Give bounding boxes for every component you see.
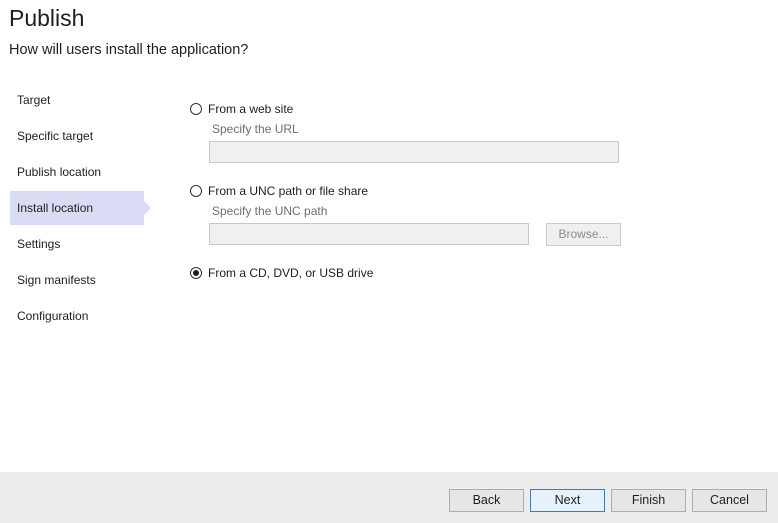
nav-item-configuration[interactable]: Configuration	[10, 299, 144, 333]
radio-option-web-site[interactable]: From a web site	[190, 101, 293, 117]
radio-option-unc-path[interactable]: From a UNC path or file share	[190, 183, 368, 199]
nav-item-label: Install location	[17, 201, 94, 215]
nav-item-label: Sign manifests	[17, 273, 96, 287]
url-hint-label: Specify the URL	[212, 122, 299, 136]
page-subtitle: How will users install the application?	[9, 42, 249, 58]
nav-item-target[interactable]: Target	[10, 83, 144, 117]
unc-hint-label: Specify the UNC path	[212, 204, 328, 218]
url-input[interactable]	[209, 141, 619, 163]
nav-item-settings[interactable]: Settings	[10, 227, 144, 261]
nav-item-label: Specific target	[17, 129, 94, 143]
nav-item-install-location[interactable]: Install location	[10, 191, 151, 225]
radio-label-cd-dvd-usb: From a CD, DVD, or USB drive	[208, 266, 374, 280]
unc-path-input[interactable]	[209, 223, 529, 245]
nav-item-label: Configuration	[17, 309, 89, 323]
finish-button[interactable]: Finish	[611, 489, 686, 512]
nav-item-label: Settings	[17, 237, 61, 251]
radio-option-cd-dvd-usb[interactable]: From a CD, DVD, or USB drive	[190, 265, 373, 281]
back-button[interactable]: Back	[449, 489, 524, 512]
nav-item-sign-manifests[interactable]: Sign manifests	[10, 263, 144, 297]
radio-button-web-site[interactable]	[190, 103, 202, 115]
nav-item-label: Target	[17, 93, 51, 107]
page-title: Publish	[9, 5, 85, 31]
nav-item-publish-location[interactable]: Publish location	[10, 155, 144, 189]
publish-wizard-window: Publish How will users install the appli…	[0, 0, 778, 523]
radio-label-unc-path: From a UNC path or file share	[208, 184, 369, 198]
next-button[interactable]: Next	[530, 489, 605, 512]
radio-button-unc-path[interactable]	[190, 185, 202, 197]
cancel-button[interactable]: Cancel	[692, 489, 767, 512]
browse-button[interactable]: Browse...	[546, 223, 621, 246]
radio-label-web-site: From a web site	[208, 102, 294, 116]
wizard-nav: Target Specific target Publish location …	[10, 83, 160, 335]
radio-button-cd-dvd-usb[interactable]	[190, 267, 202, 279]
nav-item-specific-target[interactable]: Specific target	[10, 119, 144, 153]
nav-item-label: Publish location	[17, 165, 102, 179]
